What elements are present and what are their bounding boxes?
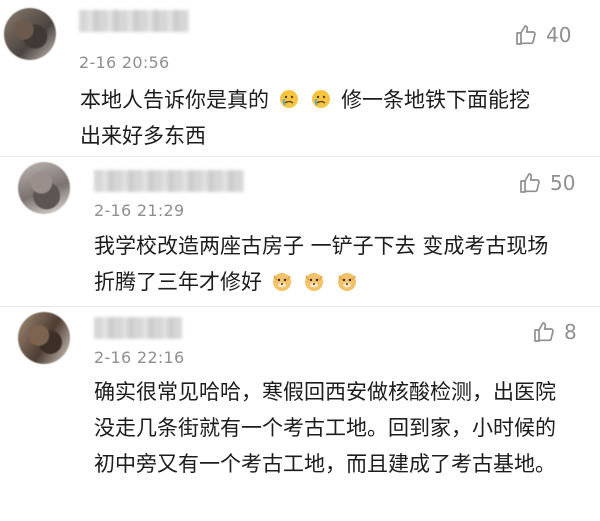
like-button[interactable]: 8 — [532, 320, 577, 344]
crying-face-icon — [276, 88, 309, 112]
like-button[interactable]: 40 — [514, 23, 571, 47]
divider — [0, 306, 600, 307]
thumbs-up-icon — [518, 171, 542, 195]
divider — [0, 156, 600, 157]
like-count: 8 — [564, 320, 577, 344]
like-button[interactable]: 50 — [518, 171, 575, 195]
username-redacted[interactable] — [94, 317, 182, 339]
username-redacted[interactable] — [79, 10, 189, 32]
avatar[interactable] — [18, 312, 70, 364]
comment-timestamp: 2-16 20:56 — [79, 53, 170, 72]
doge-icon — [269, 270, 302, 294]
comment-text-part: 本地人告诉你是真的 — [80, 88, 269, 112]
avatar[interactable] — [4, 8, 56, 60]
thumbs-up-icon — [514, 23, 538, 47]
comment-timestamp: 2-16 22:16 — [94, 348, 185, 367]
comment-timestamp: 2-16 21:29 — [94, 201, 185, 220]
doge-icon — [301, 270, 334, 294]
crying-face-icon — [308, 88, 341, 112]
comment-text: 我学校改造两座古房子 一铲子下去 变成考古现场 折腾了三年才修好 — [94, 228, 564, 300]
like-count: 40 — [546, 23, 572, 47]
comment-text-part: 确实很常见哈哈，寒假回西安做核酸检测，出医院没走几条街就有一个考古工地。回到家，… — [94, 380, 556, 476]
comment-text: 本地人告诉你是真的 修一条地铁下面能挖出来好多东西 — [80, 82, 550, 154]
doge-icon — [334, 270, 360, 294]
avatar[interactable] — [18, 162, 70, 214]
comment-text: 确实很常见哈哈，寒假回西安做核酸检测，出医院没走几条街就有一个考古工地。回到家，… — [94, 374, 564, 482]
username-redacted[interactable] — [94, 170, 244, 192]
like-count: 50 — [550, 171, 576, 195]
thumbs-up-icon — [532, 320, 556, 344]
